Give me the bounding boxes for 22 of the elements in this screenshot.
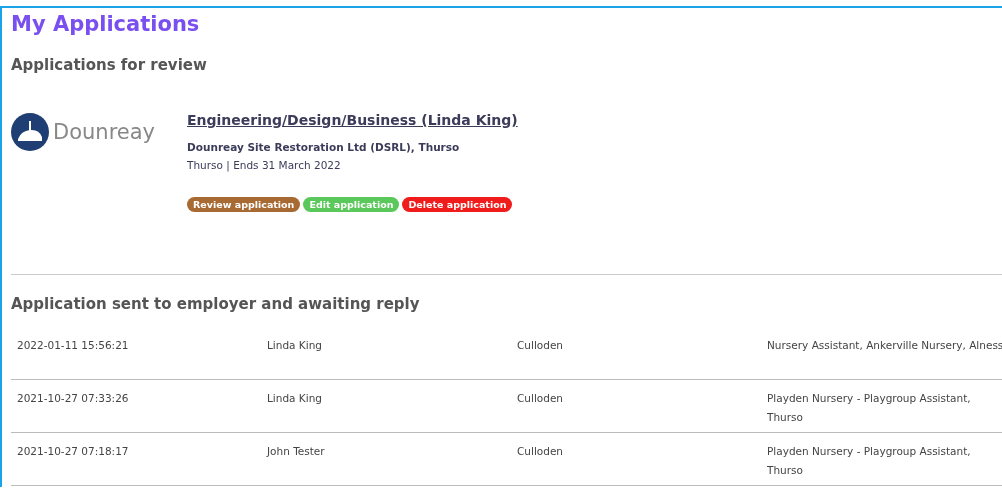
section-heading: Applications for review xyxy=(11,56,208,74)
delete-button[interactable]: Delete application xyxy=(402,197,513,212)
job-cell-text: Playden Nursery - Playgroup Assistant, Thurso xyxy=(767,391,972,425)
job-details: Thurso | Ends 31 March 2022 xyxy=(187,159,342,171)
review-button[interactable]: Review application xyxy=(187,197,301,212)
job-cell-text: Playden Nursery - Playgroup Assistant, Thurso xyxy=(767,444,972,478)
employer-name: Dounreay Site Restoration Ltd (DSRL), Thurso xyxy=(187,141,461,153)
applicant-cell-text: John Tester xyxy=(267,444,326,459)
location-cell-text: Culloden xyxy=(517,391,565,406)
page-title: My Applications xyxy=(11,12,201,36)
logo-text: Dounreay xyxy=(53,120,156,144)
location-cell-text: Culloden xyxy=(517,338,565,353)
applicant-cell-text: Linda King xyxy=(267,338,323,353)
job-title-link[interactable]: Engineering/Design/Business (Linda King) xyxy=(187,112,518,128)
section-heading: Application sent to employer and awaiting reply xyxy=(11,295,421,313)
applicant-cell-text: Linda King xyxy=(267,391,323,406)
location-cell-text: Culloden xyxy=(517,444,565,459)
date-cell-text: 2021-10-27 07:18:17 xyxy=(17,444,130,459)
date-cell-text: 2021-10-27 07:33:26 xyxy=(17,391,130,406)
job-cell-text: Nursery Assistant, Ankerville Nursery, Alness xyxy=(767,338,1002,353)
date-cell-text: 2022-01-11 15:56:21 xyxy=(17,338,130,353)
logo-icon xyxy=(11,113,49,151)
